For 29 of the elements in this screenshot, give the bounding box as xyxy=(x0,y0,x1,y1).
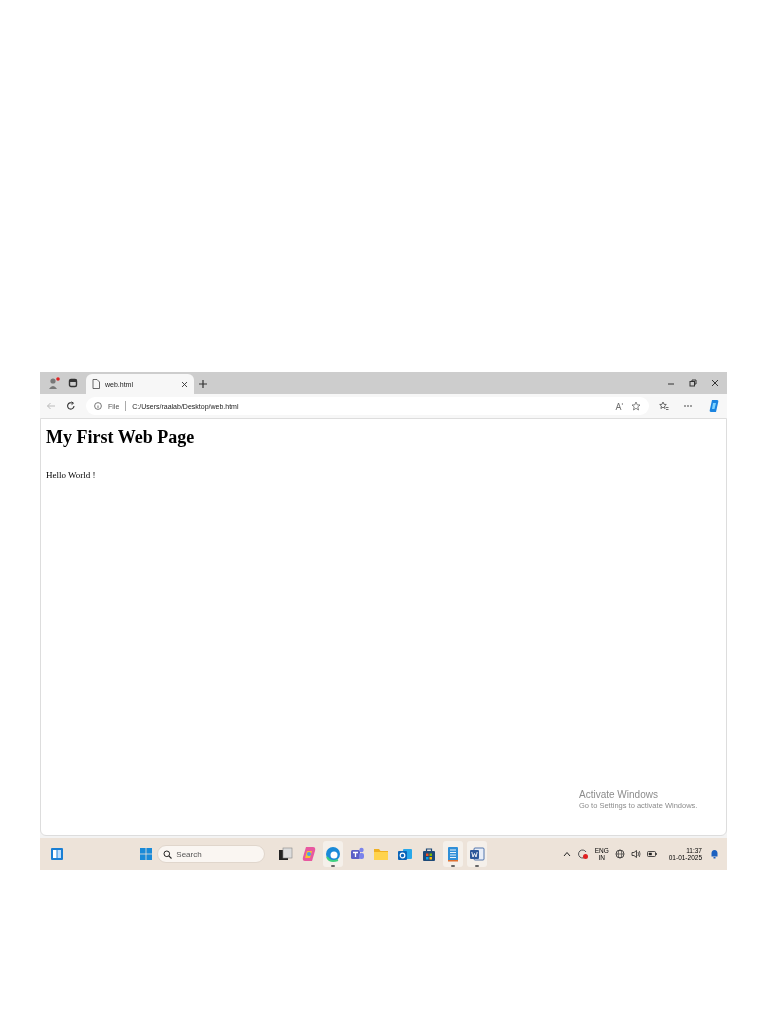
task-view-icon xyxy=(276,845,295,863)
battery-icon[interactable] xyxy=(646,850,657,858)
search-field[interactable]: Search xyxy=(157,845,266,863)
read-aloud-icon[interactable] xyxy=(615,401,625,411)
favorite-star-icon[interactable] xyxy=(631,401,641,411)
close-tab-icon[interactable] xyxy=(181,380,188,388)
page-paragraph: Hello World ! xyxy=(46,470,96,480)
speaker-icon[interactable] xyxy=(630,849,641,859)
favorites-list-icon[interactable] xyxy=(659,401,669,411)
close-icon[interactable] xyxy=(711,379,719,387)
sync-alert-icon[interactable] xyxy=(576,848,589,860)
globe-icon[interactable] xyxy=(614,849,625,859)
edge-icon xyxy=(324,845,343,863)
new-tab-icon[interactable] xyxy=(198,379,208,389)
widgets-icon[interactable] xyxy=(50,847,64,861)
restore-icon[interactable] xyxy=(689,379,697,387)
activation-title: Activate Windows xyxy=(579,789,659,800)
document-app-icon xyxy=(468,845,487,863)
page-heading: My First Web Page xyxy=(45,426,195,448)
copilot-icon[interactable] xyxy=(707,399,721,413)
notification-bell-icon[interactable] xyxy=(710,849,719,859)
start-icon[interactable] xyxy=(139,847,154,861)
profile-icon[interactable] xyxy=(48,377,60,389)
info-icon xyxy=(94,402,102,410)
taskbar-app[interactable] xyxy=(467,841,488,867)
tab-actions-icon[interactable] xyxy=(68,378,78,388)
page-icon xyxy=(92,379,100,389)
chevron-up-icon[interactable] xyxy=(562,850,571,858)
refresh-icon[interactable] xyxy=(66,401,76,411)
